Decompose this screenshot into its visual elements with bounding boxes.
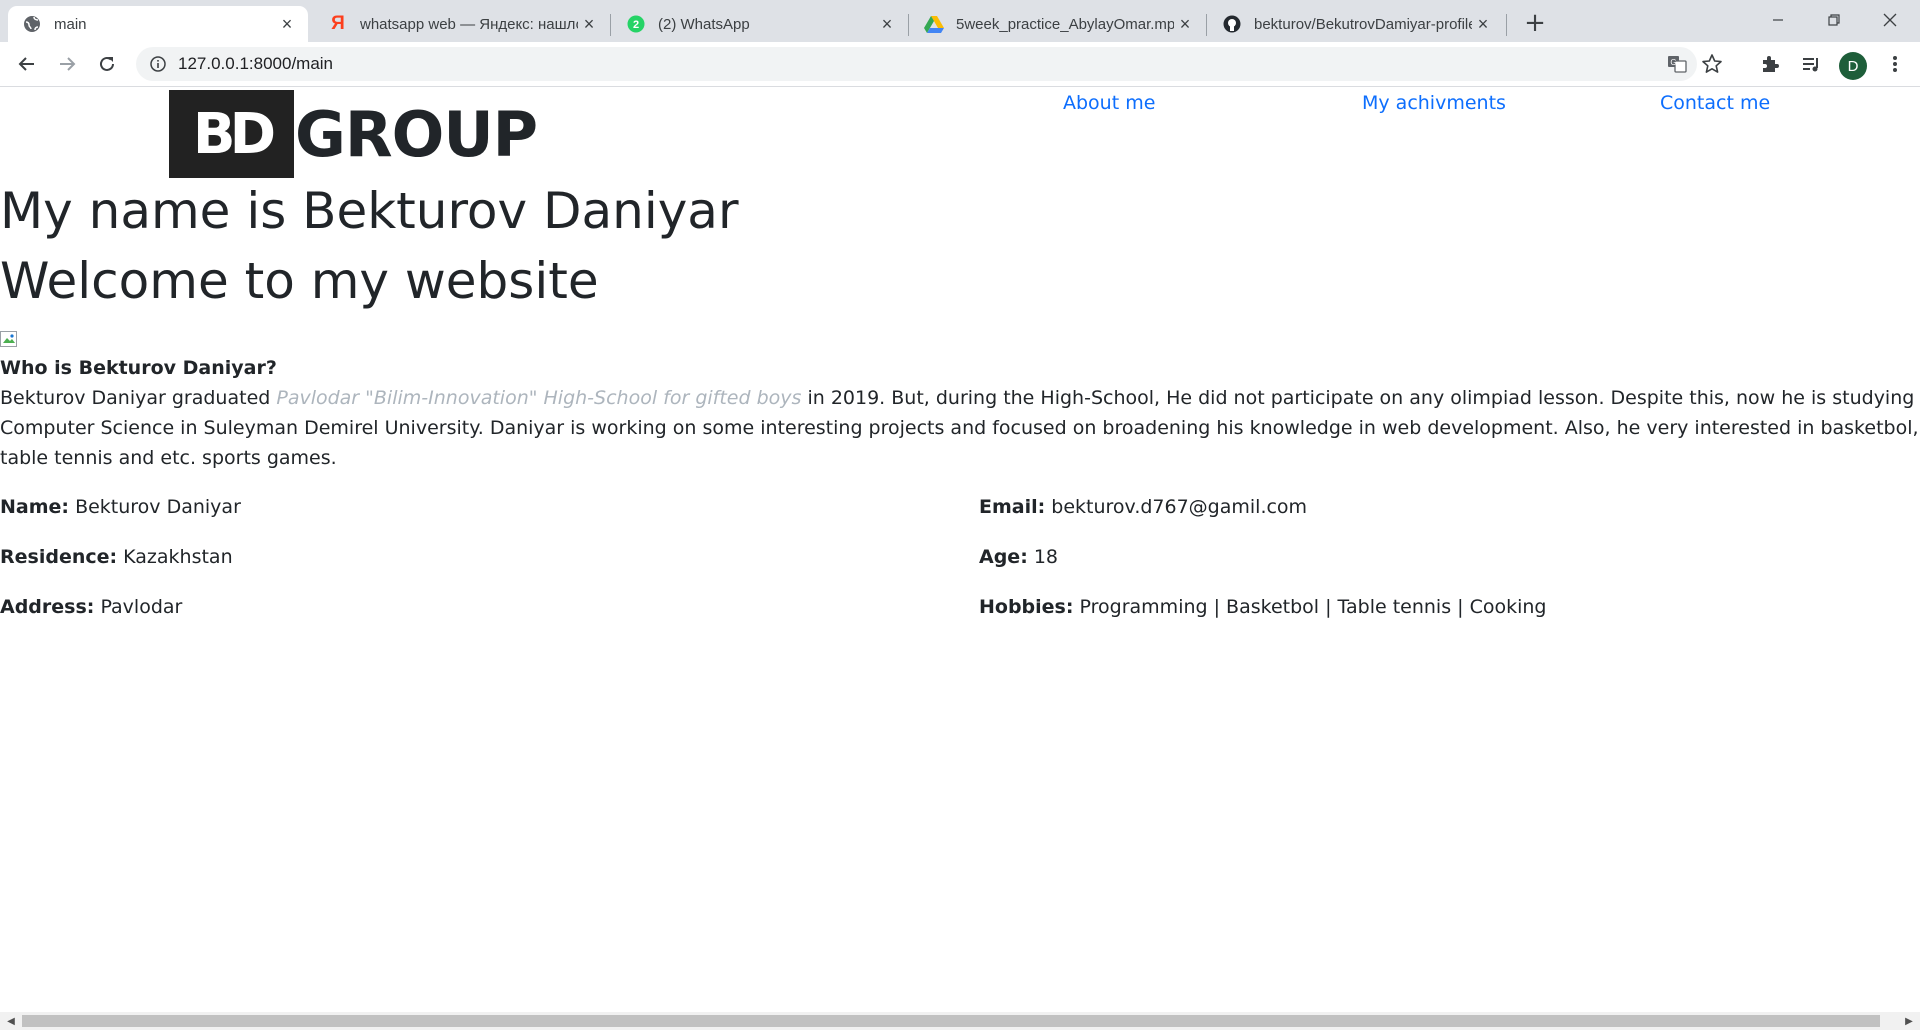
info-hobbies: Hobbies: Programming | Basketbol | Table… (979, 596, 1547, 618)
reload-button[interactable] (92, 49, 122, 79)
tab-separator (1506, 14, 1507, 36)
close-window-button[interactable] (1862, 0, 1918, 40)
info-value: bekturov.d767@gamil.com (1051, 496, 1308, 518)
browser-menu-button[interactable] (1880, 49, 1910, 79)
playlist-icon (1803, 58, 1818, 72)
tab-title: bekturov/BekutrovDamiyar-profile (1254, 15, 1472, 33)
hero-title: My name is Bekturov Daniyar (0, 182, 739, 240)
logo-text: GROUP (295, 97, 538, 171)
info-age: Age: 18 (979, 546, 1058, 568)
browser-toolbar: 127.0.0.1:8000/main G D (0, 42, 1920, 87)
arrow-left-icon (18, 57, 34, 71)
close-tab-icon[interactable]: × (578, 13, 600, 35)
logo-mark: BD (169, 90, 294, 178)
puzzle-icon (1763, 56, 1779, 72)
arrow-right-icon (60, 57, 76, 71)
info-email: Email: bekturov.d767@gamil.com (979, 496, 1307, 518)
minimize-button[interactable] (1750, 0, 1806, 40)
info-value: Kazakhstan (123, 546, 233, 568)
yandex-icon: Я (331, 13, 345, 34)
nav-contact-me[interactable]: Contact me (1660, 92, 1770, 114)
tab-strip: main × Я whatsapp web — Яндекс: нашлось … (0, 0, 1920, 42)
nav-about-me[interactable]: About me (1063, 92, 1155, 114)
tab-separator (610, 14, 611, 36)
scrollbar-thumb[interactable] (22, 1015, 1880, 1027)
close-tab-icon[interactable]: × (876, 13, 898, 35)
info-label: Email: (979, 496, 1046, 518)
forward-button[interactable] (52, 49, 82, 79)
info-value: Programming | Basketbol | Table tennis |… (1079, 596, 1547, 618)
google-drive-icon (924, 14, 944, 34)
page-content: BD GROUP About me My achivments Contact … (0, 87, 1920, 1012)
hero-subtitle: Welcome to my website (0, 252, 599, 310)
nav-my-achivments[interactable]: My achivments (1362, 92, 1506, 114)
svg-text:2: 2 (633, 19, 639, 31)
tab-main[interactable]: main × (8, 6, 308, 42)
info-label: Age: (979, 546, 1028, 568)
tab-separator (908, 14, 909, 36)
bookmark-star-icon[interactable] (1701, 53, 1723, 75)
bio-paragraph: Bekturov Daniyar graduated Pavlodar "Bil… (0, 383, 1920, 473)
svg-text:G: G (1670, 58, 1676, 67)
info-label: Hobbies: (979, 596, 1074, 618)
url-text[interactable]: 127.0.0.1:8000/main (178, 47, 333, 81)
horizontal-scrollbar[interactable]: ◀ ▶ (0, 1012, 1920, 1030)
info-address: Address: Pavlodar (0, 596, 182, 618)
tab-title: (2) WhatsApp (658, 15, 750, 33)
globe-icon (22, 14, 42, 34)
kebab-menu-icon (1893, 56, 1897, 72)
about-heading: Who is Bekturov Daniyar? (0, 357, 277, 379)
profile-avatar[interactable]: D (1839, 52, 1867, 80)
close-tab-icon[interactable]: × (276, 13, 298, 35)
school-name: Pavlodar "Bilim-Innovation" High-School … (276, 387, 802, 409)
info-value: Pavlodar (100, 596, 183, 618)
reload-icon (100, 56, 114, 71)
tab-whatsapp[interactable]: 2 (2) WhatsApp × (612, 6, 908, 42)
media-control-button[interactable] (1796, 49, 1826, 79)
scroll-right-icon[interactable]: ▶ (1900, 1012, 1918, 1030)
info-value: Bekturov Daniyar (75, 496, 241, 518)
info-residence: Residence: Kazakhstan (0, 546, 233, 568)
tab-separator (1206, 14, 1207, 36)
translate-icon[interactable]: G (1667, 54, 1687, 74)
info-label: Name: (0, 496, 70, 518)
github-icon (1222, 14, 1242, 34)
bio-text: Bekturov Daniyar graduated (0, 387, 277, 409)
scroll-left-icon[interactable]: ◀ (2, 1012, 20, 1030)
tab-title: main (54, 15, 87, 33)
tab-yandex[interactable]: Я whatsapp web — Яндекс: нашлось × (314, 6, 610, 42)
info-icon[interactable] (148, 54, 168, 74)
tab-title: whatsapp web — Яндекс: нашлось (360, 15, 578, 33)
new-tab-button[interactable]: + (1520, 8, 1550, 38)
close-tab-icon[interactable]: × (1472, 13, 1494, 35)
tab-title: 5week_practice_AbylayOmar.mp4 (956, 15, 1174, 33)
info-label: Address: (0, 596, 95, 618)
extensions-button[interactable] (1755, 49, 1785, 79)
address-bar[interactable]: 127.0.0.1:8000/main G (136, 47, 1722, 81)
back-button[interactable] (12, 49, 42, 79)
broken-image-icon (0, 331, 20, 349)
tab-github[interactable]: bekturov/BekutrovDamiyar-profile × (1208, 6, 1504, 42)
close-tab-icon[interactable]: × (1174, 13, 1196, 35)
restore-button[interactable] (1806, 0, 1862, 40)
info-label: Residence: (0, 546, 118, 568)
site-logo[interactable]: BD GROUP (169, 90, 538, 178)
tab-google-drive[interactable]: 5week_practice_AbylayOmar.mp4 × (910, 6, 1206, 42)
whatsapp-icon: 2 (626, 14, 646, 34)
info-name: Name: Bekturov Daniyar (0, 496, 241, 518)
info-value: 18 (1033, 546, 1059, 568)
